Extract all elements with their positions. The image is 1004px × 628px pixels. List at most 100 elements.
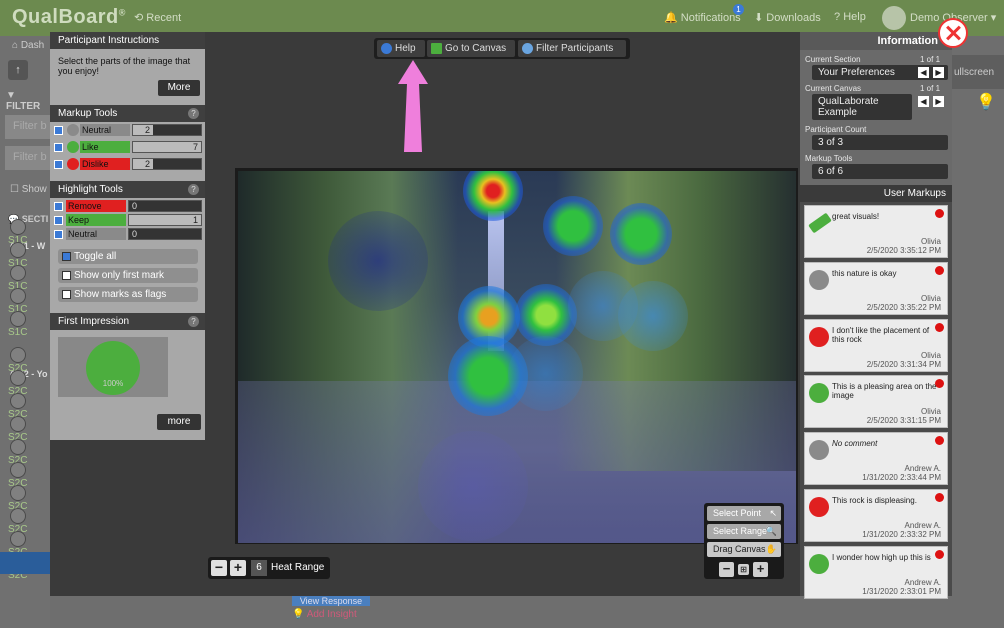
question-icon	[10, 288, 26, 304]
heat-spot[interactable]	[418, 431, 528, 541]
go-to-canvas-button[interactable]: Go to Canvas	[427, 40, 515, 57]
downloads-link[interactable]: ⬇ Downloads	[754, 11, 821, 24]
prev-canvas-button[interactable]: ◀	[918, 96, 929, 107]
help-link[interactable]: ? Help	[834, 11, 866, 23]
information-header: Information	[877, 35, 939, 47]
breadcrumb[interactable]: ⌂ Dash	[12, 40, 44, 51]
tool-row-keep[interactable]: Keep 1	[54, 214, 202, 227]
tool-checkbox[interactable]	[54, 160, 63, 170]
heat-spot[interactable]	[463, 171, 523, 221]
question-item[interactable]: S2C	[0, 508, 50, 535]
tool-row-neutral[interactable]: Neutral 0	[54, 228, 202, 241]
view-response-button[interactable]: View Response	[292, 596, 370, 606]
qualboard-logo[interactable]: QualBoard®	[12, 6, 126, 29]
heat-spot[interactable]	[543, 196, 603, 256]
toggle-all-checkbox[interactable]: Toggle all	[58, 249, 198, 264]
tool-count-number: 1	[192, 215, 198, 225]
highlight-tools-header: Highlight Tools?	[50, 181, 205, 198]
heat-spot[interactable]	[508, 336, 583, 411]
tool-row-like[interactable]: Like 7	[54, 141, 202, 154]
history-icon: ⟲	[134, 12, 147, 24]
instructions-more-button[interactable]: More	[158, 80, 200, 96]
next-section-button[interactable]: ▶	[933, 67, 944, 78]
participant-count-label: Participant Count	[805, 125, 867, 134]
tool-row-remove[interactable]: Remove 0	[54, 200, 202, 213]
heat-decrease-button[interactable]: −	[211, 560, 227, 576]
first-impression-more-button[interactable]: more	[157, 414, 201, 430]
zoom-out-button[interactable]: −	[719, 562, 734, 577]
user-markup-item[interactable]: great visuals! Olivia 2/5/2020 3:35:12 PM	[804, 205, 948, 258]
user-markup-item[interactable]: This is a pleasing area on the image Oliv…	[804, 375, 948, 429]
help-icon[interactable]: ?	[188, 108, 199, 119]
question-item[interactable]: S2C	[0, 393, 50, 420]
tool-count: 2	[132, 124, 202, 136]
question-item[interactable]: S2C	[0, 531, 50, 558]
participant-count-value: 3 of 3	[812, 135, 948, 150]
help-icon[interactable]: ?	[188, 316, 199, 327]
tool-row-neutral[interactable]: Neutral 2	[54, 124, 202, 137]
show-checkbox[interactable]: ☐ Show	[10, 184, 47, 195]
tool-checkbox[interactable]	[54, 126, 63, 136]
show-only-first-mark-checkbox[interactable]: Show only first mark	[58, 268, 198, 283]
show-marks-as-flags-checkbox[interactable]: Show marks as flags	[58, 287, 198, 302]
like-face-icon	[67, 141, 79, 153]
heat-spot[interactable]	[328, 211, 428, 311]
tool-checkbox[interactable]	[54, 230, 63, 240]
user-markup-item[interactable]: This rock is displeasing. Andrew A. 1/31/2…	[804, 489, 948, 542]
filter-participants-button[interactable]: Filter Participants	[518, 40, 626, 57]
select-point-button[interactable]: Select Point ↖	[707, 506, 781, 521]
lightbulb-icon[interactable]: 💡	[976, 92, 996, 112]
question-item[interactable]: S2C	[0, 462, 50, 489]
question-item[interactable]: S1C	[0, 219, 50, 246]
close-modal-button[interactable]	[938, 18, 968, 48]
add-insight-link[interactable]: 💡 Add Insight	[292, 609, 357, 620]
top-navigation-bar: QualBoard® ⟲ Recent 🔔 Notifications 1 ⬇ …	[0, 0, 1004, 36]
active-question[interactable]	[0, 552, 50, 574]
question-icon	[10, 265, 26, 281]
heat-spot[interactable]	[618, 281, 688, 351]
question-item[interactable]: S1C	[0, 242, 50, 269]
next-canvas-button[interactable]: ▶	[933, 96, 944, 107]
markup-author: Andrew A.	[904, 521, 941, 530]
question-item[interactable]: S2C	[0, 347, 50, 374]
tool-row-dislike[interactable]: Dislike 2	[54, 158, 202, 171]
zoom-in-button[interactable]: +	[753, 562, 768, 577]
question-item[interactable]: S2C	[0, 416, 50, 443]
user-markup-item[interactable]: No comment Andrew A. 1/31/2020 2:33:44 PM	[804, 432, 948, 486]
back-icon[interactable]: ↑	[8, 60, 28, 80]
user-markup-item[interactable]: this nature is okay Olivia 2/5/2020 3:35:2…	[804, 261, 948, 315]
tool-checkbox[interactable]	[54, 216, 63, 226]
zoom-reset-button[interactable]: ⊞	[738, 564, 749, 575]
notifications-link[interactable]: 🔔 Notifications	[664, 11, 741, 24]
markup-comment: great visuals!	[832, 212, 880, 221]
pointer-icon: ↖	[769, 508, 777, 518]
question-item[interactable]: S2C	[0, 439, 50, 466]
filter-input-2[interactable]: Filter b	[5, 146, 50, 170]
help-button[interactable]: Help	[377, 40, 425, 57]
dislike-face-icon	[809, 497, 829, 517]
heat-increase-button[interactable]: +	[230, 560, 246, 576]
user-markup-item[interactable]: I don't like the placement of this rock O…	[804, 318, 948, 372]
drag-canvas-button[interactable]: Drag Canvas ✋	[707, 542, 781, 557]
help-icon[interactable]: ?	[188, 184, 199, 195]
bell-icon: 🔔	[664, 12, 681, 24]
user-markup-item[interactable]: I wonder how high up this is Andrew A. 1/3…	[804, 545, 948, 599]
dislike-face-icon	[809, 326, 829, 347]
heatmap-canvas[interactable]	[238, 171, 796, 543]
question-item[interactable]: S1C	[0, 311, 50, 338]
tool-checkbox[interactable]	[54, 202, 63, 212]
question-item[interactable]: S2C	[0, 485, 50, 512]
instructions-text: Select the parts of the image that you e…	[58, 56, 191, 76]
tool-checkbox[interactable]	[54, 143, 63, 153]
avatar[interactable]	[882, 6, 906, 30]
prev-section-button[interactable]: ◀	[918, 67, 929, 78]
recent-link[interactable]: ⟲ Recent	[134, 11, 181, 24]
heat-spot[interactable]	[610, 203, 672, 265]
fullscreen-button[interactable]: ullscreen	[952, 55, 1004, 89]
question-item[interactable]: S1C	[0, 265, 50, 292]
tool-count-number: 0	[132, 229, 138, 239]
question-item[interactable]: S2C	[0, 370, 50, 397]
filter-input[interactable]: Filter b	[5, 115, 50, 139]
question-item[interactable]: S1C	[0, 288, 50, 315]
select-range-button[interactable]: Select Range 🔍	[707, 524, 781, 539]
